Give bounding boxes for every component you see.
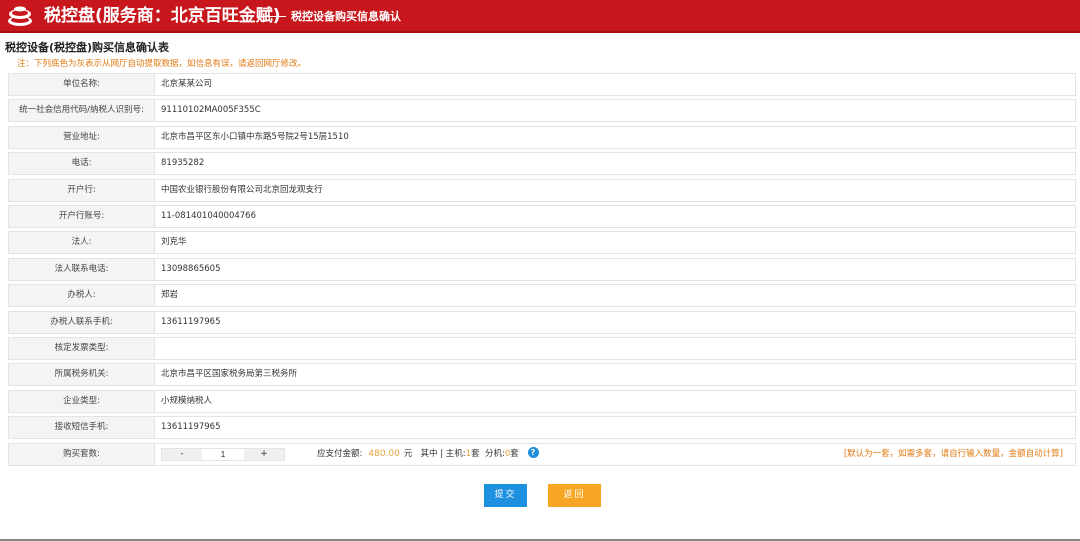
field-label: 法人联系电话:	[9, 258, 155, 280]
form-row-phone: 电话: 81935282	[8, 152, 1076, 176]
app-subtitle: 税控设备购买信息确认	[291, 10, 401, 23]
increase-button[interactable]: +	[244, 449, 284, 460]
field-value: 11-081401040004766	[161, 211, 257, 221]
field-label: 核定发票类型:	[9, 338, 155, 359]
field-label: 法人:	[9, 232, 155, 254]
field-value: 91110102MA005F355C	[161, 105, 261, 116]
header-bar: 税控盘(服务商：北京百旺金赋) 税控设备购买信息确认	[0, 0, 1080, 33]
field-label: 开户行账号:	[9, 206, 155, 227]
field-value: 北京某某公司	[161, 79, 213, 89]
amount-unit: 元	[403, 448, 413, 459]
field-label: 所属税务机关:	[9, 364, 155, 386]
help-icon[interactable]: ?	[527, 446, 539, 458]
field-label: 企业类型:	[9, 390, 155, 412]
field-label: 单位名称:	[9, 74, 155, 95]
field-value: 刘克华	[161, 237, 187, 248]
form-row-company-type: 企业类型: 小规模纳税人	[8, 389, 1076, 413]
page-note: 注：下列底色为灰表示从网厅自动提取数据，如信息有误，请返回网厅修改。	[17, 59, 307, 69]
field-value: 中国农业银行股份有限公司北京回龙观支行	[161, 184, 323, 195]
form-row-bank: 开户行: 中国农业银行股份有限公司北京回龙观支行	[8, 178, 1076, 202]
form-row-purchase-quantity: 购买套数: - + 应支付金额:480.00元 其中 | 主机:1套 分机:0套…	[8, 442, 1076, 466]
field-value: 13098865605	[161, 263, 221, 274]
field-value: 郑岩	[161, 290, 179, 301]
field-label: 购买套数:	[9, 443, 155, 465]
set-unit: 套	[471, 448, 480, 459]
stacked-coins-logo-icon	[8, 6, 32, 26]
field-value: 13611197965	[161, 422, 221, 433]
field-value: 小规模纳税人	[161, 395, 213, 406]
form-row-company-name: 单位名称: 北京某某公司	[8, 73, 1076, 96]
form-row-address: 营业地址: 北京市昌平区东小口镇中东路5号院2号15层1510	[8, 125, 1076, 149]
quantity-hint: [默认为一套，如需多套，请自行输入数量，金额自动计算]	[843, 448, 1063, 459]
field-value: 北京市昌平区国家税务局第三税务所	[161, 369, 298, 380]
field-value: 北京市昌平区东小口镇中东路5号院2号15层1510	[161, 131, 349, 142]
quantity-stepper: - +	[161, 447, 285, 461]
field-label: 办税人:	[9, 285, 155, 307]
form-row-tax-id: 统一社会信用代码/纳税人识别号: 91110102MA005F355C	[8, 99, 1076, 123]
field-label: 统一社会信用代码/纳税人识别号:	[9, 100, 155, 122]
form-row-sms-mobile: 接收短信手机: 13611197965	[8, 416, 1076, 440]
form-row-agent-mobile: 办税人联系手机: 13611197965	[8, 310, 1076, 334]
field-label: 开户行:	[9, 179, 155, 201]
title-separator	[258, 16, 286, 17]
form-row-tax-agent: 办税人: 郑岩	[8, 284, 1076, 308]
amount-value: 480.00	[368, 448, 400, 459]
form-row-invoice-type: 核定发票类型:	[8, 337, 1076, 360]
field-label: 电话:	[9, 153, 155, 175]
quantity-input[interactable]	[202, 448, 244, 460]
decrease-button[interactable]: -	[162, 449, 202, 460]
page-title: 税控设备(税控盘)购买信息确认表	[5, 41, 170, 54]
form-row-legal-person: 法人: 刘克华	[8, 231, 1076, 255]
field-value: 13611197965	[161, 316, 221, 327]
payment-info: 应支付金额: 480.00 元 其中 | 主机:1套 分机:0套 ?	[317, 444, 539, 465]
submit-button[interactable]: 提交	[484, 484, 527, 507]
field-label: 办税人联系手机:	[9, 311, 155, 333]
form-row-legal-phone: 法人联系电话: 13098865605	[8, 257, 1076, 281]
field-label: 营业地址:	[9, 126, 155, 148]
back-button[interactable]: 返回	[548, 484, 601, 507]
field-value: 81935282	[161, 158, 205, 169]
form-row-bank-account: 开户行账号: 11-081401040004766	[8, 205, 1076, 228]
app-title: 税控盘(服务商：北京百旺金赋)	[44, 6, 281, 26]
amount-label: 应支付金额:	[317, 448, 363, 459]
extension-label: 分机:	[484, 448, 505, 459]
field-label: 接收短信手机:	[9, 417, 155, 439]
set-unit: 套	[510, 448, 519, 459]
breakdown-prefix: 其中 | 主机:	[420, 448, 466, 459]
form-row-tax-office: 所属税务机关: 北京市昌平区国家税务局第三税务所	[8, 363, 1076, 387]
